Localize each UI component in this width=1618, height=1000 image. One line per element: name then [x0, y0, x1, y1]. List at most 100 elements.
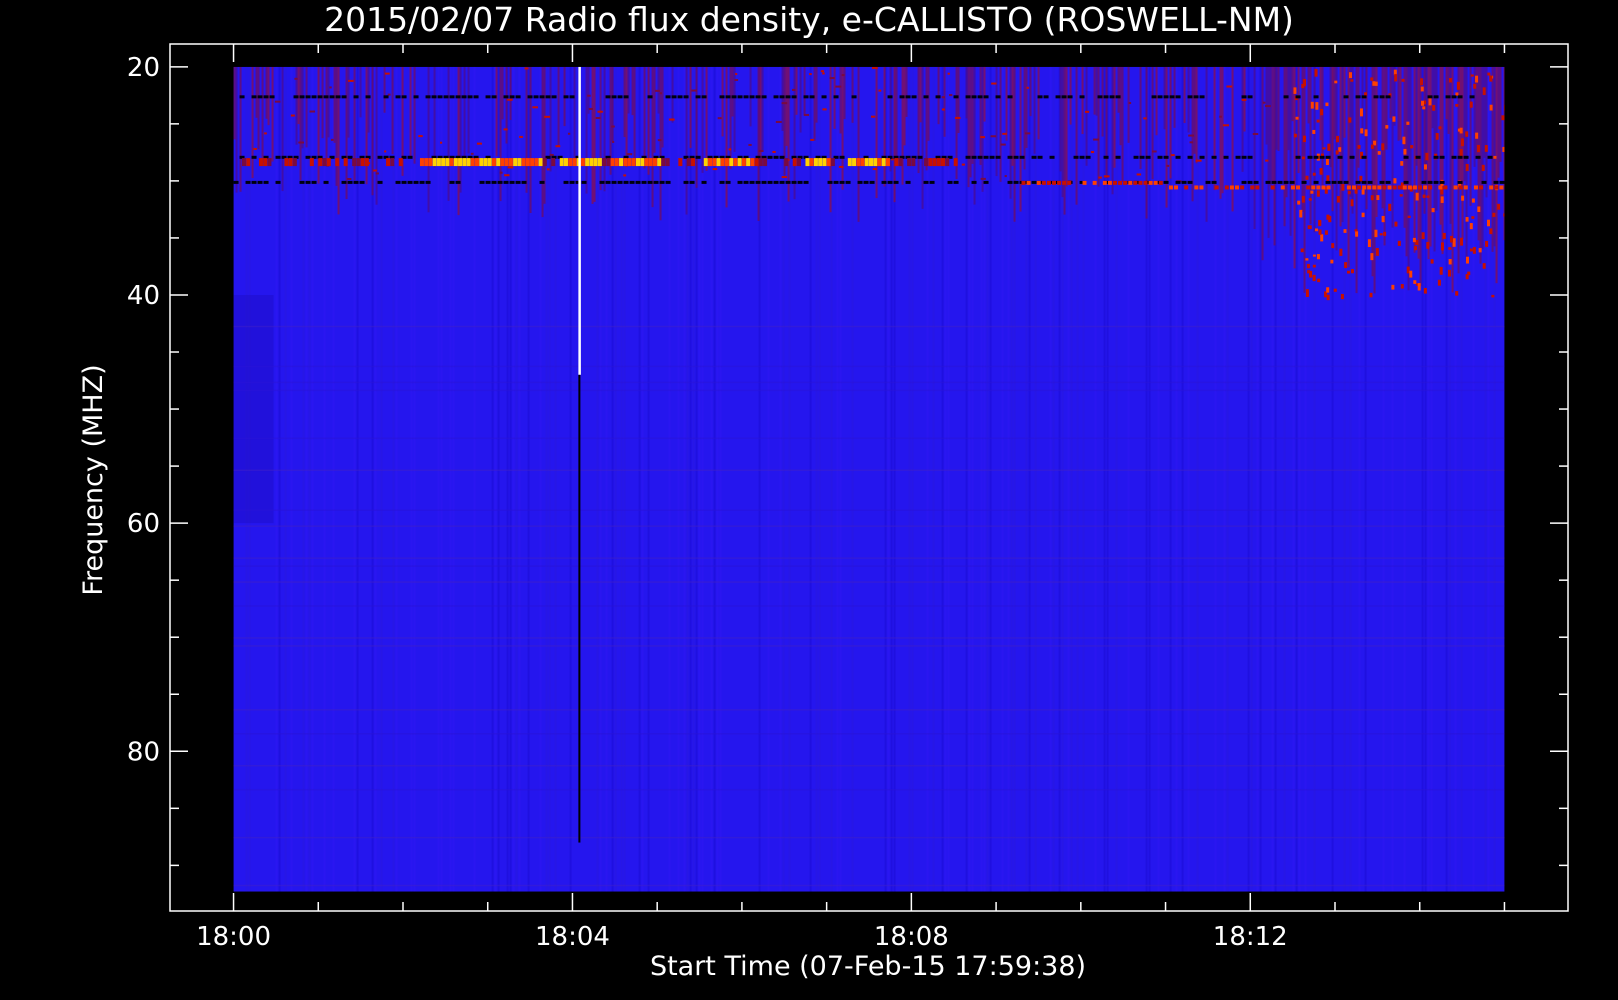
heatmap-dark-line [899, 95, 905, 99]
heatmap-stripe [1049, 66, 1052, 892]
heatmap-secondary-line [1092, 180, 1097, 185]
heatmap-secondary-line [1423, 185, 1428, 190]
heatmap-bright-line [360, 158, 365, 167]
heatmap-stripe [413, 66, 416, 892]
heatmap-secondary-line [1133, 180, 1138, 185]
heatmap-dark-line [1385, 180, 1391, 184]
heatmap-hot-pixel [810, 138, 814, 141]
heatmap-dark-line [1433, 155, 1439, 159]
heatmap-hot-pixel [1456, 81, 1460, 90]
heatmap-stripe [683, 66, 686, 892]
heatmap-secondary-line [1357, 185, 1362, 190]
heatmap-stripe [1223, 66, 1226, 892]
heatmap-stripe [611, 66, 614, 892]
heatmap-hot-pixel [470, 152, 474, 155]
heatmap-dark-line [1175, 155, 1181, 159]
heatmap-dark-line [1421, 180, 1427, 184]
heatmap-stripe [1271, 66, 1274, 892]
heatmap-hot-pixel [1385, 125, 1389, 129]
heatmap-rfi-streak [1213, 66, 1216, 191]
heatmap-hot-pixel [1331, 243, 1335, 249]
heatmap-rfi-streak [265, 66, 268, 119]
heatmap-stripe [545, 66, 548, 892]
heatmap-hot-pixel [841, 74, 845, 77]
heatmap-hot-pixel [1486, 219, 1490, 227]
heatmap-hot-pixel [1370, 77, 1374, 81]
heatmap-rfi-streak [1351, 66, 1354, 214]
heatmap-stripe [809, 66, 812, 892]
heatmap-stripe [926, 66, 929, 892]
heatmap-dark-line [695, 155, 701, 159]
heatmap-rfi-streak [1371, 66, 1374, 277]
heatmap-rfi-streak [1399, 66, 1402, 140]
heatmap-stripe [1058, 66, 1061, 892]
heatmap-rfi-streak [623, 66, 626, 138]
heatmap-secondary-line [1153, 180, 1158, 185]
heatmap-hot-pixel [387, 93, 391, 96]
heatmap-dark-line [1487, 155, 1493, 159]
heatmap-dark-line [419, 180, 425, 184]
heatmap-hot-pixel [820, 70, 825, 73]
heatmap-hot-pixel [1312, 274, 1316, 282]
heatmap-dark-line [485, 95, 491, 99]
heatmap-dark-line [1073, 155, 1079, 159]
heatmap-secondary-line [1102, 180, 1107, 185]
heatmap-bright-line [911, 158, 916, 167]
heatmap-bright-line [475, 158, 480, 167]
heatmap-hot-pixel [1393, 178, 1397, 184]
heatmap-hot-pixel [1430, 259, 1434, 264]
heatmap-stripe [302, 66, 305, 892]
heatmap-hot-pixel [1226, 85, 1233, 88]
heatmap-hot-pixel [1485, 240, 1489, 247]
heatmap-bright-line [750, 158, 755, 167]
heatmap-rfi-streak [1313, 66, 1316, 233]
heatmap-dark-line [395, 180, 401, 184]
heatmap-bright-line [894, 158, 899, 167]
heatmap-dark-line [791, 180, 797, 184]
heatmap-stripe [1028, 66, 1031, 892]
heatmap-dark-line [1247, 180, 1253, 184]
heatmap-dark-line [1289, 180, 1295, 184]
heatmap-stripe [1025, 66, 1028, 892]
heatmap-stripe [1169, 66, 1172, 892]
heatmap-rfi-streak [1403, 66, 1406, 228]
heatmap-dark-line [1277, 180, 1283, 184]
heatmap-rfi-streak [925, 66, 928, 171]
heatmap-dark-line [971, 95, 977, 99]
heatmap-hot-pixel [1440, 196, 1444, 203]
heatmap-dark-line [1313, 155, 1319, 159]
heatmap-hot-pixel [1360, 128, 1364, 134]
heatmap-bright-line [483, 158, 488, 167]
heatmap-dark-line [719, 95, 725, 99]
heatmap-rfi-streak [721, 66, 724, 137]
heatmap-stripe [323, 66, 326, 892]
heatmap-stripe [518, 66, 521, 892]
heatmap-hot-pixel [1301, 195, 1305, 203]
heatmap-dark-line [1361, 95, 1367, 99]
heatmap-rfi-streak [1423, 66, 1426, 214]
heatmap-dark-line [293, 95, 299, 99]
heatmap-dark-line [1433, 95, 1439, 99]
heatmap-dark-line [1433, 180, 1439, 184]
heatmap-rfi-streak [427, 66, 430, 213]
heatmap-stripe [1295, 66, 1298, 892]
heatmap-dark-line [1175, 95, 1181, 99]
heatmap-dark-line [347, 155, 353, 159]
heatmap-hot-pixel [1412, 237, 1416, 243]
heatmap-rfi-streak [1277, 66, 1280, 151]
heatmap-dark-line [833, 95, 839, 99]
heatmap-dark-line [1097, 95, 1103, 99]
heatmap-dark-line [929, 180, 935, 184]
heatmap-stripe [890, 66, 893, 892]
heatmap-bright-line [517, 158, 522, 167]
heatmap-dark-line [1457, 155, 1463, 159]
heatmap-hot-pixel [657, 139, 662, 142]
heatmap-rfi-streak [433, 66, 436, 168]
heatmap-secondary-line [1392, 185, 1397, 190]
heatmap-secondary-line [1458, 185, 1463, 190]
heatmap-dark-line [311, 95, 317, 99]
heatmap-rfi-streak [1307, 66, 1310, 124]
heatmap-hot-pixel [1299, 209, 1303, 218]
heatmap-bright-line [445, 158, 450, 167]
heatmap-dark-line [983, 180, 989, 184]
